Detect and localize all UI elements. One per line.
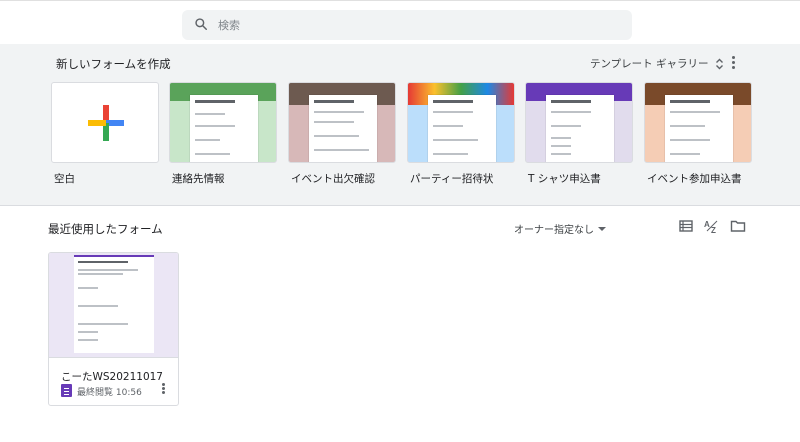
more-options-icon[interactable] bbox=[725, 54, 741, 72]
google-forms-icon bbox=[61, 384, 72, 397]
svg-text:A: A bbox=[704, 220, 710, 229]
template-gallery-button[interactable]: テンプレート ギャラリー bbox=[590, 56, 724, 71]
template-card-blank[interactable] bbox=[51, 82, 159, 163]
template-section: 新しいフォームを作成 テンプレート ギャラリー 空白 連絡先情報 イベント出欠確… bbox=[0, 44, 800, 206]
template-label-blank: 空白 bbox=[54, 173, 75, 185]
template-card-contact[interactable] bbox=[169, 82, 277, 163]
template-gallery-label: テンプレート ギャラリー bbox=[590, 58, 709, 70]
plus-icon bbox=[88, 105, 124, 141]
template-card-tshirt[interactable] bbox=[525, 82, 633, 163]
search-placeholder[interactable]: 検索 bbox=[218, 17, 240, 33]
top-bar: 検索 bbox=[0, 0, 800, 44]
template-label-tshirt: T シャツ申込書 bbox=[528, 173, 601, 185]
recent-forms-title: 最近使用したフォーム bbox=[48, 222, 163, 236]
template-card-event-registration[interactable] bbox=[644, 82, 752, 163]
unfold-icon bbox=[715, 58, 723, 69]
template-label-event-registration: イベント参加申込書 bbox=[647, 173, 742, 185]
form-more-options-icon[interactable] bbox=[159, 382, 167, 398]
sort-az-icon[interactable]: A Z bbox=[704, 218, 720, 234]
template-card-event-rsvp[interactable] bbox=[288, 82, 396, 163]
recent-form-card[interactable]: こーたWS20211017 最終閲覧 10:56 bbox=[48, 252, 179, 406]
template-card-party-invite[interactable] bbox=[407, 82, 515, 163]
svg-text:Z: Z bbox=[711, 226, 716, 234]
folder-icon[interactable] bbox=[730, 218, 746, 234]
search-icon bbox=[195, 18, 207, 30]
template-label-event-rsvp: イベント出欠確認 bbox=[291, 173, 375, 185]
owner-filter-label: オーナー指定なし bbox=[514, 225, 594, 236]
form-thumbnail bbox=[49, 253, 178, 358]
search-bar[interactable]: 検索 bbox=[182, 10, 632, 40]
list-view-icon[interactable] bbox=[678, 218, 694, 234]
dropdown-arrow-icon bbox=[598, 226, 606, 231]
last-viewed: 最終閲覧 10:56 bbox=[77, 388, 142, 398]
form-name: こーたWS20211017 bbox=[61, 371, 163, 383]
template-section-title: 新しいフォームを作成 bbox=[56, 57, 171, 71]
owner-filter-dropdown[interactable]: オーナー指定なし bbox=[514, 221, 606, 236]
template-label-contact: 連絡先情報 bbox=[172, 173, 225, 185]
template-label-party-invite: パーティー招待状 bbox=[410, 173, 494, 185]
